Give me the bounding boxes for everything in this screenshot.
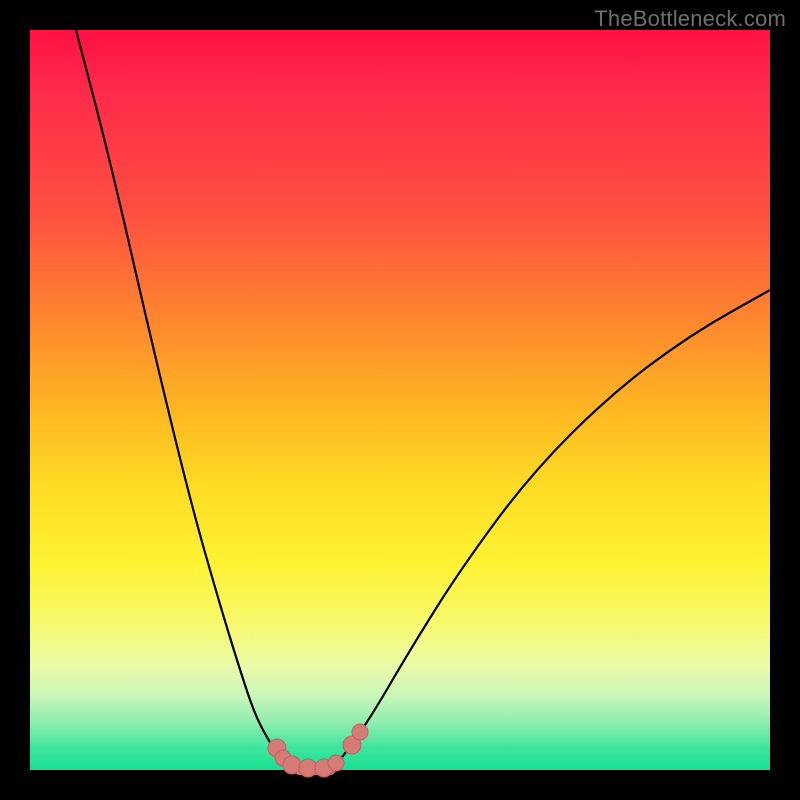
curves-svg [30, 30, 770, 770]
bead-marker [299, 759, 317, 777]
plot-area [30, 30, 770, 770]
bead-marker [352, 724, 368, 740]
bead-marker [283, 756, 301, 774]
right-curve [330, 290, 770, 769]
beads-group [268, 724, 368, 777]
watermark-text: TheBottleneck.com [594, 6, 786, 32]
chart-frame: TheBottleneck.com [0, 0, 800, 800]
bead-marker [328, 755, 344, 771]
left-curve [76, 30, 300, 769]
